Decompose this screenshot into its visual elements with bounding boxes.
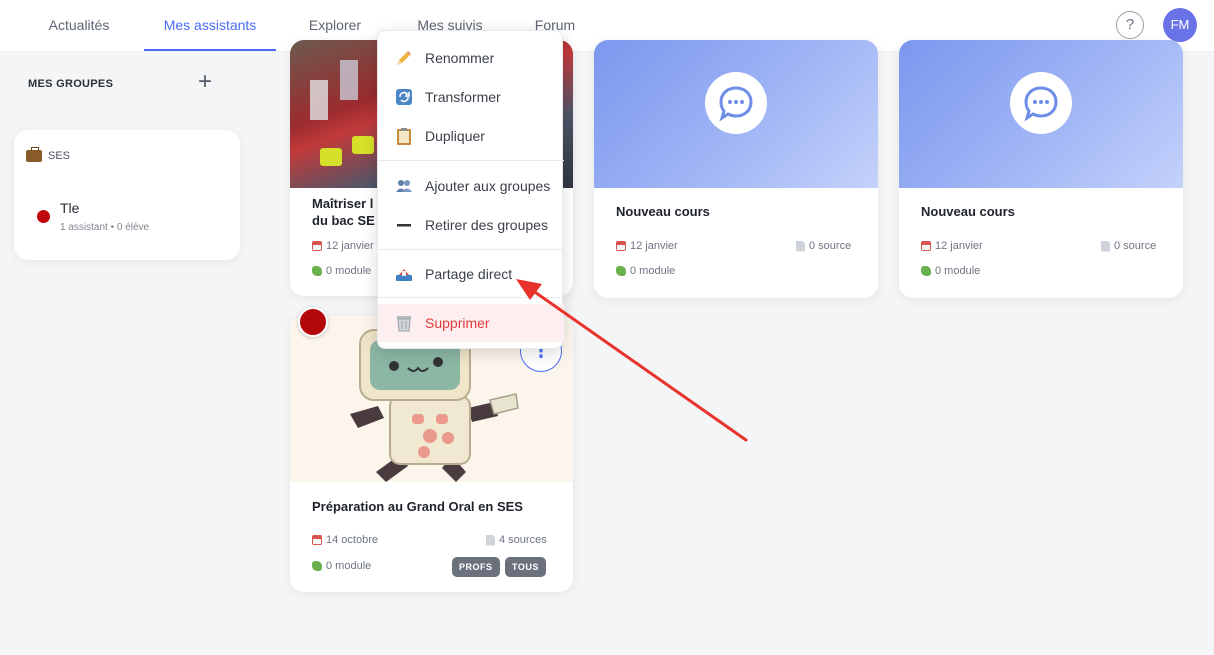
menu-item-delete[interactable]: Supprimer [378, 304, 564, 342]
document-icon [1101, 240, 1110, 252]
menu-separator [378, 160, 564, 161]
menu-item-duplicate[interactable]: Dupliquer [378, 117, 564, 155]
groups-title: MES GROUPES [28, 78, 114, 90]
menu-item-transform[interactable]: Transformer [378, 78, 564, 116]
badge-tous: TOUS [505, 557, 546, 577]
menu-item-label: Retirer des groupes [425, 217, 548, 233]
menu-separator [378, 249, 564, 250]
menu-separator [378, 297, 564, 298]
card-date: 12 janvier [921, 240, 983, 252]
card-sources: 0 source [1101, 240, 1156, 252]
assistant-card[interactable]: Nouveau cours 12 janvier 0 source 0 modu… [594, 40, 878, 298]
briefcase-icon [26, 147, 42, 162]
card-modules: 0 module [616, 265, 675, 277]
puzzle-icon [312, 561, 322, 571]
puzzle-icon [312, 266, 322, 276]
card-sources-text: 4 sources [499, 534, 547, 546]
card-module-text: 0 module [935, 265, 981, 277]
menu-item-label: Dupliquer [425, 128, 485, 144]
menu-item-add-to-groups[interactable]: Ajouter aux groupes [378, 167, 564, 205]
puzzle-icon [616, 266, 626, 276]
card-date-text: 12 janvier [326, 240, 374, 252]
card-sources-text: 0 source [1114, 240, 1157, 252]
card-title: Nouveau cours [616, 204, 710, 219]
minus-icon [395, 216, 413, 234]
chat-bubble-icon [1010, 72, 1072, 134]
card-modules: 0 module [921, 265, 980, 277]
card-sources: 0 source [796, 240, 851, 252]
card-title-line1: Maîtriser l [312, 196, 374, 211]
puzzle-icon [921, 266, 931, 276]
menu-item-label: Ajouter aux groupes [425, 178, 551, 194]
card-sources: 4 sources [486, 534, 547, 546]
help-button[interactable]: ? [1116, 11, 1144, 39]
calendar-icon [921, 241, 931, 251]
card-module-text: 0 module [326, 560, 372, 572]
group-color-dot [37, 210, 50, 223]
card-date: 14 octobre [312, 534, 378, 546]
card-sources-text: 0 source [809, 240, 852, 252]
badge-profs: PROFS [452, 557, 500, 577]
calendar-icon [616, 241, 626, 251]
card-title-line2: du bac SE [312, 213, 375, 228]
share-icon [395, 265, 413, 283]
card-module-text: 0 module [326, 265, 372, 277]
menu-item-label: Partage direct [425, 266, 513, 282]
trash-icon [395, 314, 413, 332]
card-banner [899, 40, 1183, 188]
card-modules: 0 module [312, 265, 371, 277]
avatar[interactable]: FM [1163, 8, 1197, 42]
card-date: 12 janvier [616, 240, 678, 252]
calendar-icon [312, 241, 322, 251]
group-item-name[interactable]: Tle [60, 200, 79, 216]
menu-item-direct-share[interactable]: Partage direct [378, 255, 564, 293]
card-module-text: 0 module [630, 265, 676, 277]
card-date-text: 14 octobre [326, 534, 378, 546]
group-item-meta: 1 assistant • 0 élève [60, 222, 150, 233]
tab-mes-assistants[interactable]: Mes assistants [144, 0, 276, 51]
chat-bubble-icon [705, 72, 767, 134]
add-group-button[interactable]: + [198, 70, 212, 94]
document-icon [486, 534, 495, 546]
status-dot [298, 307, 328, 337]
card-title: Nouveau cours [921, 204, 1015, 219]
card-date-text: 12 janvier [935, 240, 983, 252]
calendar-icon [312, 535, 322, 545]
card-banner [594, 40, 878, 188]
card-modules: 0 module [312, 560, 371, 572]
tab-actualites[interactable]: Actualités [40, 0, 118, 50]
group-header: SES [26, 147, 71, 162]
pencil-icon [395, 49, 413, 67]
menu-item-label: Supprimer [425, 315, 490, 331]
assistant-card[interactable]: Nouveau cours 12 janvier 0 source 0 modu… [899, 40, 1183, 298]
menu-item-rename[interactable]: Renommer [378, 39, 564, 77]
document-icon [796, 240, 805, 252]
menu-item-remove-from-groups[interactable]: Retirer des groupes [378, 206, 564, 244]
card-title: Préparation au Grand Oral en SES [312, 499, 523, 514]
card-date-text: 12 janvier [630, 240, 678, 252]
menu-item-label: Transformer [425, 89, 501, 105]
card-date: 12 janvier [312, 240, 374, 252]
clipboard-icon [395, 127, 413, 145]
people-icon [395, 177, 413, 195]
context-menu: Renommer Transformer Dupliquer Ajouter a… [377, 30, 564, 349]
group-header-label: SES [48, 150, 71, 162]
transform-icon [395, 88, 413, 106]
group-card[interactable]: SES Tle 1 assistant • 0 élève [14, 130, 240, 260]
menu-item-label: Renommer [425, 50, 495, 66]
